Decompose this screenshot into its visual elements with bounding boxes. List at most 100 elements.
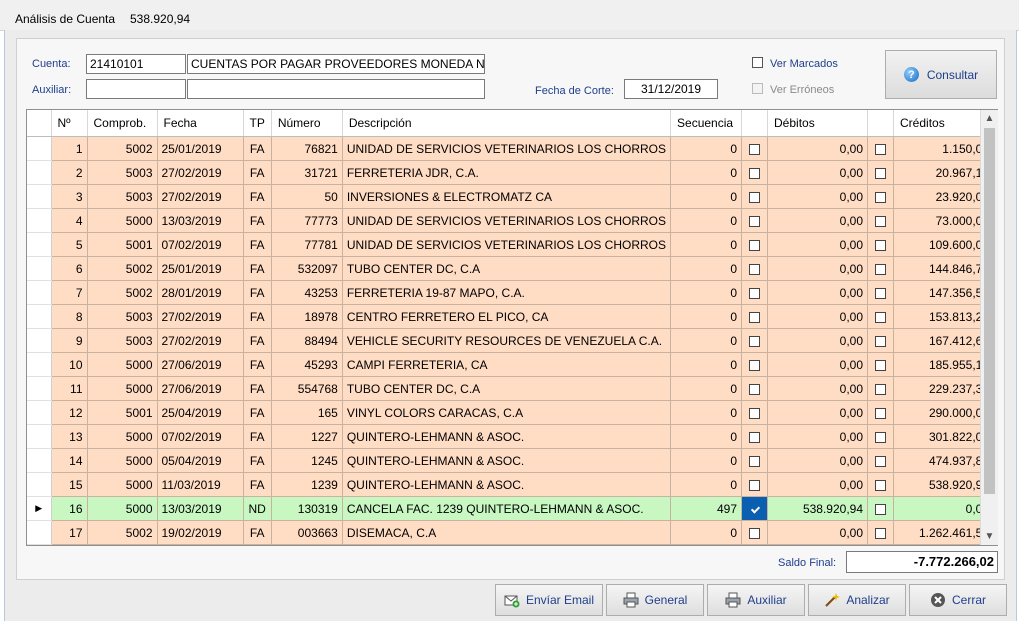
col-header-comprob[interactable]: Comprob. [87, 110, 158, 137]
debit-mark-checkbox[interactable] [749, 383, 761, 395]
ver-marcados-checkbox[interactable] [752, 57, 763, 68]
table-row[interactable]: 17 5002 19/02/2019 FA 003663 DISEMACA, C.A 0 0,… [27, 520, 995, 545]
table-row[interactable]: 3 5003 27/02/2019 FA 50 INVERSIONES & ELECTRO… [27, 184, 995, 209]
debit-mark-checkbox[interactable] [749, 143, 761, 155]
table-row[interactable]: 10 5000 27/06/2019 FA 45293 CAMPI FERRETERIA,… [27, 352, 995, 377]
scroll-thumb[interactable] [984, 128, 995, 494]
cell-debit-check[interactable] [741, 520, 769, 545]
table-row[interactable]: 15 5000 11/03/2019 FA 1239 QUINTERO-LEHMANN &… [27, 472, 995, 497]
cell-debit-check[interactable] [741, 352, 769, 377]
credit-mark-checkbox[interactable] [875, 359, 887, 371]
scroll-down-arrow-icon[interactable]: ▼ [981, 528, 998, 545]
debit-mark-checkbox[interactable] [749, 263, 761, 275]
credit-mark-checkbox[interactable] [875, 239, 887, 251]
debit-mark-checkbox[interactable] [749, 455, 761, 467]
cell-debit-check[interactable] [741, 208, 769, 233]
col-header-descripcion[interactable]: Descripción [342, 110, 672, 137]
table-row[interactable]: 6 5002 25/01/2019 FA 532097 TUBO CENTER DC, C… [27, 256, 995, 281]
cerrar-button[interactable]: Cerrar [909, 584, 1007, 616]
credit-mark-checkbox[interactable] [875, 167, 887, 179]
auxiliar-description-field[interactable] [187, 79, 485, 99]
col-header-debitos[interactable]: Débitos [767, 110, 869, 137]
cell-credit-check[interactable] [867, 208, 895, 233]
debit-mark-checkbox[interactable] [749, 503, 761, 515]
cell-debit-check[interactable] [741, 256, 769, 281]
cell-debit-check[interactable] [741, 424, 769, 449]
debit-mark-checkbox[interactable] [749, 407, 761, 419]
credit-mark-checkbox[interactable] [875, 431, 887, 443]
cell-credit-check[interactable] [867, 256, 895, 281]
col-header-creditos[interactable]: Créditos [893, 110, 995, 137]
debit-mark-checkbox[interactable] [749, 479, 761, 491]
table-row[interactable]: 5 5001 07/02/2019 FA 77781 UNIDAD DE SERVICIO… [27, 232, 995, 257]
table-row[interactable]: ▶ 16 5000 13/03/2019 ND 130319 CANCELA FAC. 12… [27, 496, 995, 521]
scroll-up-arrow-icon[interactable]: ▲ [981, 110, 998, 127]
cell-debit-check[interactable] [741, 160, 769, 185]
debit-mark-checkbox[interactable] [749, 215, 761, 227]
cell-credit-check[interactable] [867, 448, 895, 473]
table-row[interactable]: 13 5000 07/02/2019 FA 1227 QUINTERO-LEHMANN &… [27, 424, 995, 449]
table-row[interactable]: 14 5000 05/04/2019 FA 1245 QUINTERO-LEHMANN &… [27, 448, 995, 473]
entries-grid[interactable]: Nº Comprob. Fecha TP Número Descripción … [26, 109, 998, 546]
credit-mark-checkbox[interactable] [875, 287, 887, 299]
cell-credit-check[interactable] [867, 376, 895, 401]
col-header-secuencia[interactable]: Secuencia [670, 110, 743, 137]
table-row[interactable]: 12 5001 25/04/2019 FA 165 VINYL COLORS CARACA… [27, 400, 995, 425]
general-button[interactable]: General [606, 584, 704, 616]
debit-mark-checkbox[interactable] [749, 527, 761, 539]
credit-mark-checkbox[interactable] [875, 215, 887, 227]
debit-mark-checkbox[interactable] [749, 359, 761, 371]
cell-credit-check[interactable] [867, 496, 895, 521]
cell-credit-check[interactable] [867, 352, 895, 377]
debit-mark-checkbox[interactable] [749, 287, 761, 299]
cell-credit-check[interactable] [867, 160, 895, 185]
cell-credit-check[interactable] [867, 424, 895, 449]
cell-credit-check[interactable] [867, 328, 895, 353]
ver-marcados-label[interactable]: Ver Marcados [770, 58, 838, 70]
cuenta-code-field[interactable]: 21410101 [86, 54, 186, 74]
debit-mark-checkbox[interactable] [749, 239, 761, 251]
credit-mark-checkbox[interactable] [875, 335, 887, 347]
cell-credit-check[interactable] [867, 520, 895, 545]
cell-debit-check[interactable] [741, 328, 769, 353]
col-header-n[interactable]: Nº [51, 110, 88, 137]
col-header-tp[interactable]: TP [243, 110, 272, 137]
table-row[interactable]: 2 5003 27/02/2019 FA 31721 FERRETERIA JDR, C.… [27, 160, 995, 185]
cell-credit-check[interactable] [867, 136, 895, 161]
credit-mark-checkbox[interactable] [875, 503, 887, 515]
table-row[interactable]: 7 5002 28/01/2019 FA 43253 FERRETERIA 19-87 M… [27, 280, 995, 305]
debit-mark-checkbox[interactable] [749, 167, 761, 179]
credit-mark-checkbox[interactable] [875, 143, 887, 155]
cell-debit-check[interactable] [741, 304, 769, 329]
cell-debit-check[interactable] [741, 472, 769, 497]
cell-credit-check[interactable] [867, 472, 895, 497]
debit-mark-checkbox[interactable] [749, 431, 761, 443]
debit-mark-checkbox[interactable] [749, 335, 761, 347]
debit-mark-checkbox[interactable] [749, 311, 761, 323]
auxiliar-button[interactable]: Auxiliar [707, 584, 805, 616]
cell-debit-check[interactable] [741, 184, 769, 209]
credit-mark-checkbox[interactable] [875, 311, 887, 323]
cell-debit-check[interactable] [741, 448, 769, 473]
cell-debit-check[interactable] [741, 136, 769, 161]
cell-debit-check[interactable] [741, 280, 769, 305]
table-row[interactable]: 9 5003 27/02/2019 FA 88494 VEHICLE SECURITY R… [27, 328, 995, 353]
cell-credit-check[interactable] [867, 280, 895, 305]
fecha-corte-field[interactable]: 31/12/2019 [624, 79, 718, 99]
cell-credit-check[interactable] [867, 232, 895, 257]
consultar-button[interactable]: ? Consultar [885, 50, 997, 99]
cell-credit-check[interactable] [867, 400, 895, 425]
analizar-button[interactable]: Analizar [808, 584, 906, 616]
credit-mark-checkbox[interactable] [875, 191, 887, 203]
credit-mark-checkbox[interactable] [875, 263, 887, 275]
credit-mark-checkbox[interactable] [875, 383, 887, 395]
credit-mark-checkbox[interactable] [875, 455, 887, 467]
debit-mark-checkbox[interactable] [749, 191, 761, 203]
cell-debit-check[interactable] [741, 232, 769, 257]
auxiliar-code-field[interactable] [86, 79, 186, 99]
col-header-fecha[interactable]: Fecha [157, 110, 244, 137]
credit-mark-checkbox[interactable] [875, 407, 887, 419]
cell-debit-check[interactable] [741, 496, 769, 521]
cell-credit-check[interactable] [867, 184, 895, 209]
table-row[interactable]: 4 5000 13/03/2019 FA 77773 UNIDAD DE SERVICIO… [27, 208, 995, 233]
